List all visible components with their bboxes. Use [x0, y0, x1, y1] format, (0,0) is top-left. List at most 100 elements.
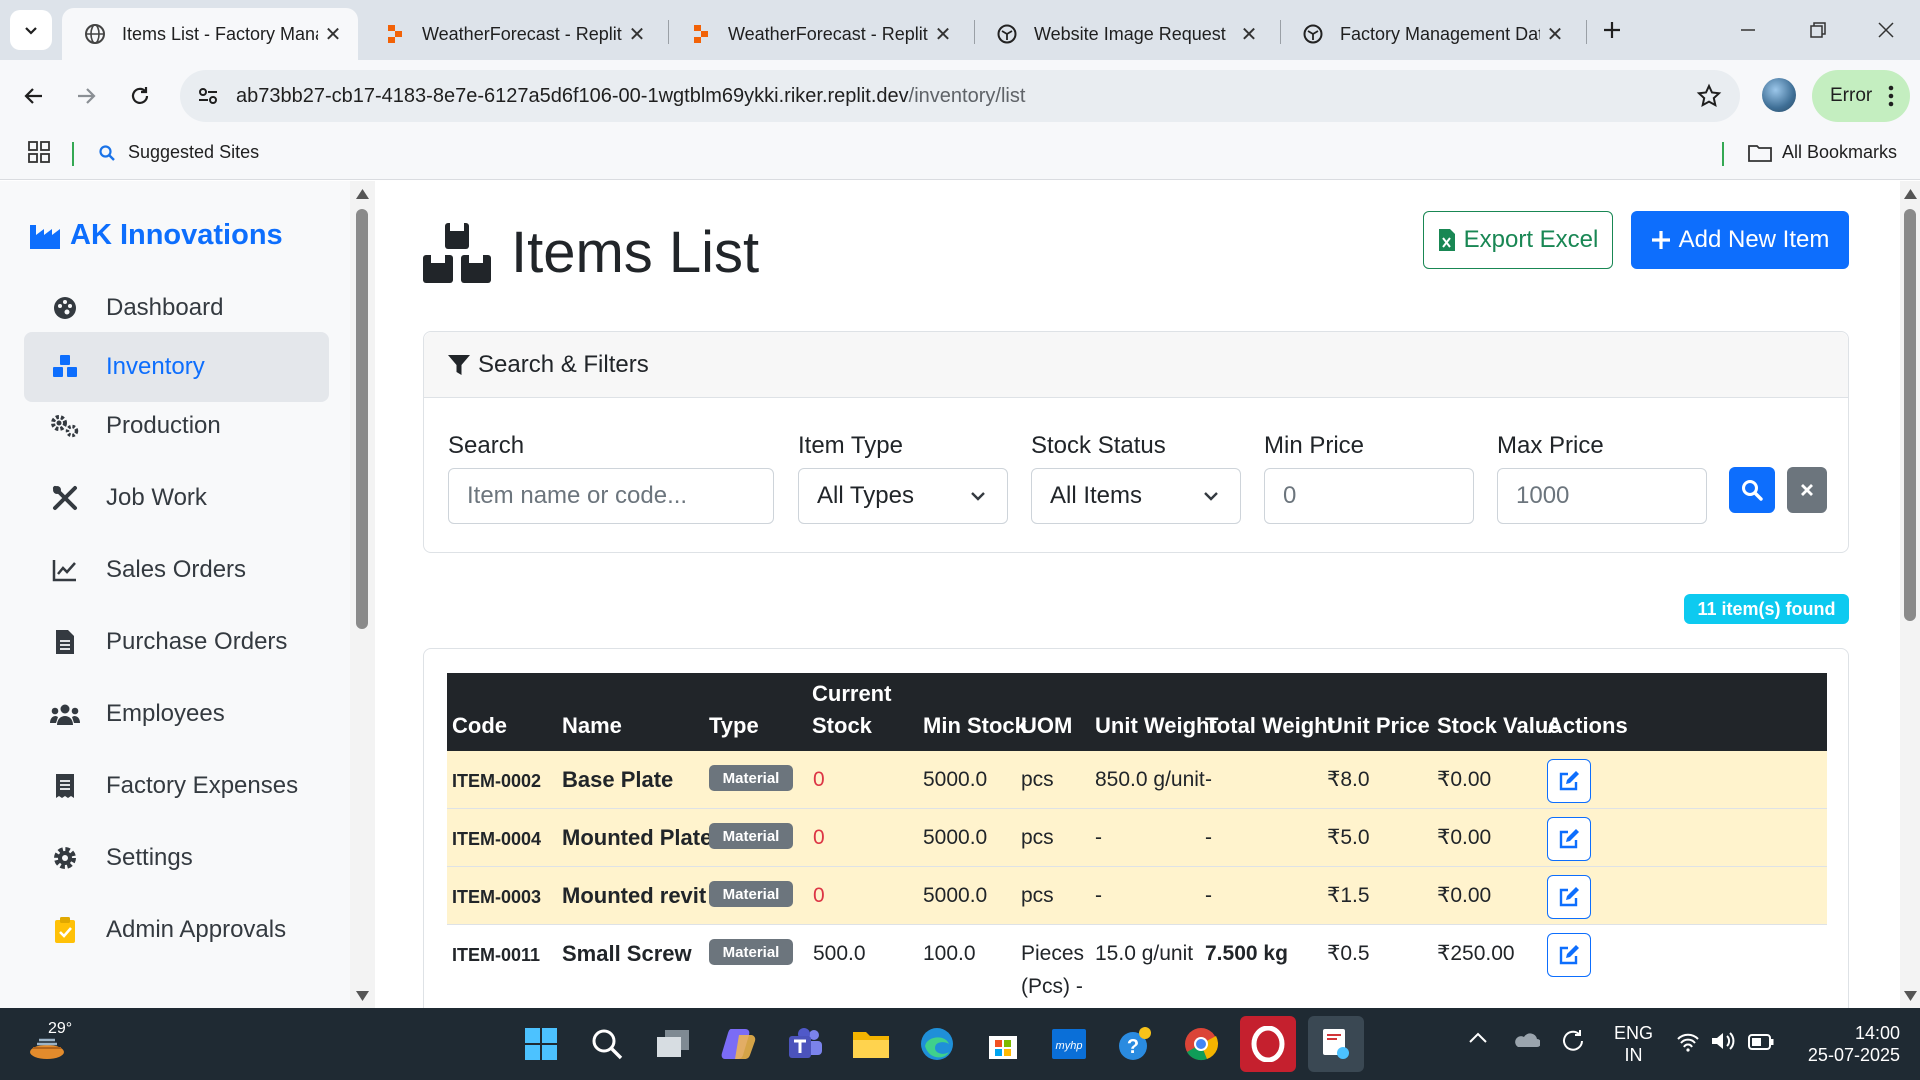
restore-button[interactable]: [1788, 12, 1848, 48]
battery-icon[interactable]: [1748, 1034, 1774, 1050]
ms-store-button[interactable]: [980, 1021, 1026, 1067]
opera-button[interactable]: [1240, 1016, 1296, 1072]
windows-taskbar: 29° myhp ? ENG IN 14:00 25-07-2025: [0, 1008, 1920, 1080]
col-unit-price[interactable]: Unit Price: [1327, 710, 1430, 742]
tab-factory-management[interactable]: Factory Management Dat ✕: [1280, 8, 1580, 60]
col-type[interactable]: Type: [709, 710, 759, 742]
uom: pcs: [1021, 826, 1054, 849]
search-button[interactable]: [1729, 467, 1775, 513]
item-name: Small Screw: [562, 941, 692, 966]
edit-button[interactable]: [1547, 875, 1591, 919]
max-price-value: 1000: [1516, 482, 1570, 509]
col-unit-weight[interactable]: Unit Weight: [1095, 710, 1217, 742]
sidebar-item-sales-orders[interactable]: Sales Orders: [24, 535, 329, 605]
table-row[interactable]: ITEM-0002 Base Plate Material 0 5000.0 p…: [447, 751, 1827, 809]
new-tab-button[interactable]: [1596, 14, 1628, 46]
col-code[interactable]: Code: [452, 710, 507, 742]
tab-weatherforecast-2[interactable]: WeatherForecast - Replit ✕: [668, 8, 968, 60]
close-icon[interactable]: ✕: [622, 19, 652, 49]
wifi-icon[interactable]: [1676, 1032, 1700, 1052]
brand-logo[interactable]: AK Innovations: [30, 219, 283, 252]
apps-grid-icon[interactable]: [28, 141, 50, 163]
stock-status-select[interactable]: All Items: [1031, 468, 1241, 524]
scrollbar-thumb[interactable]: [356, 209, 368, 629]
arrow-right-icon: [78, 88, 96, 104]
copilot-button[interactable]: [716, 1021, 762, 1067]
col-total-weight[interactable]: Total Weight: [1205, 710, 1335, 742]
site-info-icon[interactable]: [196, 84, 220, 108]
onedrive-icon[interactable]: [1512, 1030, 1540, 1048]
clock[interactable]: 14:00 25-07-2025: [1790, 1022, 1900, 1066]
search-taskbar-button[interactable]: [584, 1021, 630, 1067]
close-icon[interactable]: ✕: [1540, 19, 1570, 49]
chrome-button[interactable]: [1178, 1021, 1224, 1067]
teams-button[interactable]: [782, 1021, 828, 1067]
col-uom[interactable]: UOM: [1021, 710, 1072, 742]
add-new-item-button[interactable]: Add New Item: [1631, 211, 1849, 269]
col-stock-value[interactable]: Stock Value: [1437, 710, 1561, 742]
clear-filters-button[interactable]: [1787, 467, 1827, 513]
task-view-button[interactable]: [650, 1021, 696, 1067]
minimize-button[interactable]: [1718, 12, 1778, 48]
item-type-select[interactable]: All Types: [798, 468, 1008, 524]
uom-line-1: Pieces: [1021, 942, 1085, 965]
close-icon[interactable]: ✕: [1234, 19, 1264, 49]
help-button[interactable]: ?: [1112, 1021, 1158, 1067]
sidebar-item-admin-approvals[interactable]: Admin Approvals: [24, 895, 329, 965]
close-window-button[interactable]: [1856, 12, 1916, 48]
all-bookmarks-button[interactable]: All Bookmarks: [1748, 142, 1897, 163]
tab-weatherforecast-1[interactable]: WeatherForecast - Replit ✕: [362, 8, 662, 60]
tab-website-image-request[interactable]: Website Image Request ✕: [974, 8, 1274, 60]
profile-error-button[interactable]: Error: [1812, 70, 1910, 122]
gear-icon: [50, 845, 80, 871]
sidebar-item-employees[interactable]: Employees: [24, 679, 329, 749]
edit-button[interactable]: [1547, 933, 1591, 977]
table-row[interactable]: ITEM-0003 Mounted revit Material 0 5000.…: [447, 867, 1827, 925]
file-explorer-button[interactable]: [848, 1021, 894, 1067]
myhp-button[interactable]: myhp: [1046, 1021, 1092, 1067]
col-name[interactable]: Name: [562, 710, 622, 742]
item-code: ITEM-0011: [452, 945, 541, 965]
brand-name: AK Innovations: [70, 219, 283, 251]
edit-button[interactable]: [1547, 759, 1591, 803]
table-row[interactable]: ITEM-0004 Mounted Plate Material 0 5000.…: [447, 809, 1827, 867]
back-button[interactable]: [16, 78, 52, 114]
min-stock: 100.0: [923, 942, 976, 965]
sidebar-scrollbar[interactable]: [350, 181, 375, 1008]
min-price-input[interactable]: 0: [1264, 468, 1474, 524]
profile-avatar[interactable]: [1762, 78, 1796, 112]
main-scrollbar[interactable]: [1900, 181, 1920, 1008]
col-min-stock[interactable]: Min Stock: [923, 710, 1027, 742]
table-row[interactable]: ITEM-0011 Small Screw Material 500.0 100…: [447, 925, 1827, 1008]
sidebar-item-factory-expenses[interactable]: Factory Expenses: [24, 751, 329, 821]
scrollbar-thumb[interactable]: [1904, 209, 1916, 621]
sidebar-item-job-work[interactable]: Job Work: [24, 463, 329, 533]
close-icon[interactable]: ✕: [928, 19, 958, 49]
sync-icon[interactable]: [1560, 1028, 1586, 1054]
forward-button[interactable]: [68, 78, 104, 114]
tab-items-list[interactable]: Items List - Factory Mana ✕: [62, 8, 358, 60]
start-button[interactable]: [518, 1021, 564, 1067]
export-excel-button[interactable]: Export Excel: [1423, 211, 1613, 269]
tab-search-button[interactable]: [10, 10, 52, 50]
close-icon[interactable]: ✕: [318, 19, 348, 49]
col-current-stock[interactable]: Current Stock: [812, 678, 891, 742]
reload-button[interactable]: [122, 78, 158, 114]
search-input[interactable]: Item name or code...: [448, 468, 774, 524]
sidebar-item-production[interactable]: Production: [24, 391, 329, 461]
edge-button[interactable]: [914, 1021, 960, 1067]
show-hidden-icons[interactable]: [1468, 1030, 1488, 1044]
item-code: ITEM-0003: [452, 887, 542, 907]
sidebar-item-settings[interactable]: Settings: [24, 823, 329, 893]
language-indicator[interactable]: ENG IN: [1614, 1022, 1653, 1066]
volume-icon[interactable]: [1710, 1030, 1736, 1052]
address-bar[interactable]: ab73bb27-cb17-4183-8e7e-6127a5d6f106-00-…: [180, 70, 1740, 122]
edit-button[interactable]: [1547, 817, 1591, 861]
min-stock: 5000.0: [923, 768, 988, 791]
bookmark-star-icon[interactable]: [1696, 83, 1722, 109]
sidebar-item-purchase-orders[interactable]: Purchase Orders: [24, 607, 329, 677]
max-price-input[interactable]: 1000: [1497, 468, 1707, 524]
col-actions[interactable]: Actions: [1547, 710, 1628, 742]
snipping-tool-button[interactable]: [1308, 1016, 1364, 1072]
suggested-sites-bookmark[interactable]: Suggested Sites: [98, 142, 259, 163]
